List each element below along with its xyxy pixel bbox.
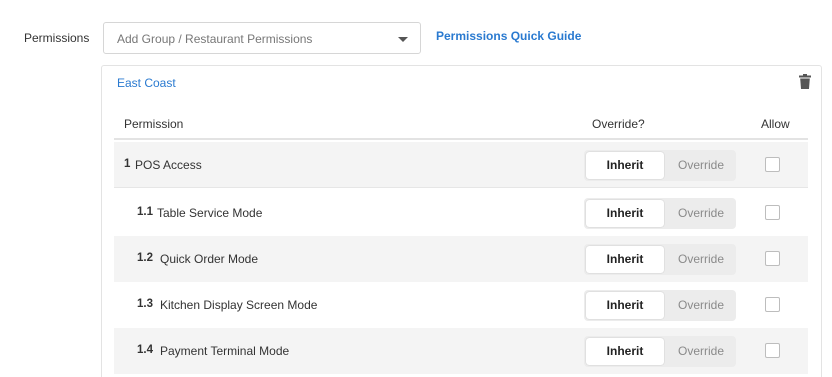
permission-row: 1.2 Quick Order Mode Inherit Override — [114, 236, 808, 282]
allow-checkbox[interactable] — [765, 157, 780, 172]
allow-checkbox[interactable] — [765, 297, 780, 312]
permission-label: Kitchen Display Screen Mode — [160, 298, 318, 312]
inherit-option[interactable]: Inherit — [586, 292, 664, 319]
permissions-quick-guide-link[interactable]: Permissions Quick Guide — [436, 29, 581, 43]
override-toggle: Inherit Override — [584, 198, 736, 229]
chevron-down-icon[interactable] — [398, 37, 408, 42]
override-option[interactable]: Override — [668, 246, 734, 273]
allow-checkbox[interactable] — [765, 343, 780, 358]
inherit-option[interactable]: Inherit — [586, 200, 664, 227]
permission-number: 1.2 — [137, 252, 153, 264]
group-permissions-panel: East Coast Permission Override? Allow 1 … — [101, 65, 822, 377]
permission-label: Payment Terminal Mode — [160, 344, 290, 358]
permission-number: 1.4 — [137, 344, 153, 356]
permission-label: Table Service Mode — [157, 206, 263, 220]
inherit-option[interactable]: Inherit — [586, 246, 664, 273]
permission-number: 1.1 — [137, 206, 153, 218]
group-name: East Coast — [117, 76, 176, 90]
allow-checkbox[interactable] — [765, 205, 780, 220]
override-toggle: Inherit Override — [584, 150, 736, 181]
permission-label: POS Access — [135, 158, 202, 172]
permission-row: 1 POS Access Inherit Override — [114, 142, 808, 188]
allow-checkbox[interactable] — [765, 251, 780, 266]
permission-number: 1 — [124, 158, 131, 170]
override-option[interactable]: Override — [668, 200, 734, 227]
override-toggle: Inherit Override — [584, 336, 736, 367]
permission-row: 1.4 Payment Terminal Mode Inherit Overri… — [114, 328, 808, 374]
inherit-option[interactable]: Inherit — [586, 152, 664, 179]
add-permissions-select[interactable]: Add Group / Restaurant Permissions — [103, 22, 421, 54]
permission-label: Quick Order Mode — [160, 252, 259, 266]
trash-icon[interactable] — [799, 74, 811, 89]
permission-row: 1.3 Kitchen Display Screen Mode Inherit … — [114, 282, 808, 328]
permission-row: 1.1 Table Service Mode Inherit Override — [114, 190, 808, 236]
permissions-table-header: Permission Override? Allow — [114, 108, 808, 140]
override-toggle: Inherit Override — [584, 244, 736, 275]
override-option[interactable]: Override — [668, 152, 734, 179]
header-override: Override? — [592, 117, 645, 131]
override-toggle: Inherit Override — [584, 290, 736, 321]
inherit-option[interactable]: Inherit — [586, 338, 664, 365]
override-option[interactable]: Override — [668, 338, 734, 365]
override-option[interactable]: Override — [668, 292, 734, 319]
header-permission: Permission — [124, 117, 184, 131]
permission-number: 1.3 — [137, 298, 153, 310]
select-placeholder: Add Group / Restaurant Permissions — [117, 32, 313, 46]
permissions-label: Permissions — [24, 31, 90, 45]
header-allow: Allow — [761, 117, 790, 131]
